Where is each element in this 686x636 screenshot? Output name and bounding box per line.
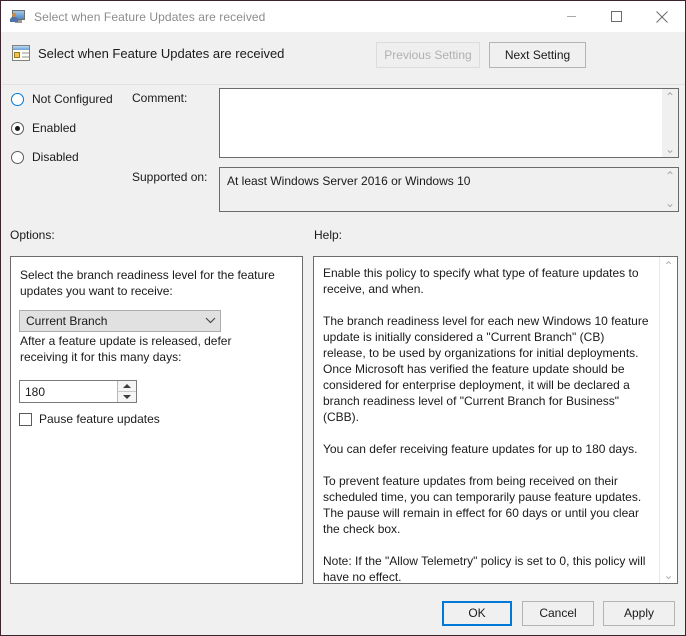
help-paragraph: Note: If the "Allow Telemetry" policy is… (323, 554, 646, 583)
branch-readiness-prompt: Select the branch readiness level for th… (20, 268, 275, 298)
radio-not-configured[interactable]: Not Configured (11, 90, 113, 108)
minimize-icon (567, 16, 576, 17)
maximize-button[interactable] (594, 1, 639, 32)
defer-days-stepper[interactable]: 180 (19, 380, 137, 403)
comment-value[interactable] (220, 89, 662, 157)
radio-enabled[interactable]: Enabled (11, 119, 76, 137)
radio-enabled-indicator (11, 121, 24, 135)
comment-scrollbar[interactable]: ⌃ ⌄ (662, 89, 678, 157)
triangle-up-icon (123, 384, 131, 388)
previous-setting-button[interactable]: Previous Setting (376, 42, 480, 68)
scroll-down-icon[interactable]: ⌄ (665, 195, 675, 211)
supported-on-scrollbar[interactable]: ⌃ ⌄ (662, 168, 678, 211)
supported-on-textbox: At least Windows Server 2016 or Windows … (219, 167, 679, 212)
scroll-up-icon[interactable]: ⌃ (665, 89, 675, 105)
cancel-button[interactable]: Cancel (522, 601, 594, 626)
pause-feature-updates-label: Pause feature updates (39, 412, 160, 426)
help-section-label: Help: (314, 228, 343, 242)
radio-not-configured-indicator (11, 92, 24, 106)
window-title: Select when Feature Updates are received (34, 9, 266, 24)
help-paragraph: Enable this policy to specify what type … (323, 266, 639, 296)
ok-button[interactable]: OK (442, 601, 512, 626)
defer-days-prompt: After a feature update is released, defe… (20, 334, 232, 364)
radio-disabled-indicator (11, 150, 24, 164)
policy-setting-icon (11, 43, 31, 63)
stepper-down-button[interactable] (118, 392, 136, 402)
title-bar: Select when Feature Updates are received (1, 1, 685, 32)
apply-button[interactable]: Apply (603, 601, 675, 626)
comment-label: Comment: (132, 91, 188, 105)
window-controls (549, 1, 685, 32)
supported-on-label: Supported on: (132, 170, 208, 184)
stepper-up-button[interactable] (118, 381, 136, 392)
maximize-icon (611, 11, 622, 22)
help-scrollbar[interactable]: ⌃ ⌄ (659, 257, 677, 583)
state-config-area: Not Configured Enabled Disabled Comment:… (2, 85, 685, 218)
scroll-down-icon[interactable]: ⌄ (663, 566, 673, 583)
scroll-up-icon[interactable]: ⌃ (663, 257, 673, 274)
setting-header: Select when Feature Updates are received… (2, 32, 685, 85)
help-text-container: Enable this policy to specify what type … (314, 257, 659, 583)
chevron-down-icon (200, 315, 220, 327)
radio-disabled[interactable]: Disabled (11, 148, 79, 166)
next-setting-button[interactable]: Next Setting (489, 42, 586, 68)
triangle-down-icon (123, 395, 131, 399)
setting-title: Select when Feature Updates are received (38, 46, 285, 61)
comment-textbox[interactable]: ⌃ ⌄ (219, 88, 679, 158)
scroll-down-icon[interactable]: ⌄ (665, 141, 675, 157)
supported-on-value: At least Windows Server 2016 or Windows … (227, 174, 471, 188)
help-panel: Enable this policy to specify what type … (313, 256, 678, 584)
defer-days-stepper-buttons[interactable] (117, 381, 136, 402)
close-button[interactable] (639, 1, 685, 32)
help-paragraph: To prevent feature updates from being re… (323, 474, 642, 536)
options-section-label: Options: (10, 228, 55, 242)
policy-setting-dialog: Select when Feature Updates are received (0, 0, 686, 636)
close-icon (656, 10, 668, 23)
defer-days-value[interactable]: 180 (20, 381, 117, 402)
branch-readiness-value: Current Branch (26, 314, 108, 328)
branch-readiness-dropdown[interactable]: Current Branch (19, 310, 221, 332)
radio-not-configured-label: Not Configured (32, 92, 113, 106)
policy-monitor-icon (10, 9, 26, 25)
minimize-button[interactable] (549, 1, 594, 32)
radio-disabled-label: Disabled (32, 150, 79, 164)
help-paragraph: You can defer receiving feature updates … (323, 442, 638, 456)
radio-enabled-label: Enabled (32, 121, 77, 135)
pause-feature-updates-checkbox[interactable] (19, 412, 32, 426)
help-paragraph: The branch readiness level for each new … (323, 314, 649, 424)
pause-feature-updates-checkbox-row[interactable]: Pause feature updates (19, 412, 160, 426)
scroll-up-icon[interactable]: ⌃ (665, 168, 675, 184)
options-panel: Select the branch readiness level for th… (10, 256, 303, 584)
